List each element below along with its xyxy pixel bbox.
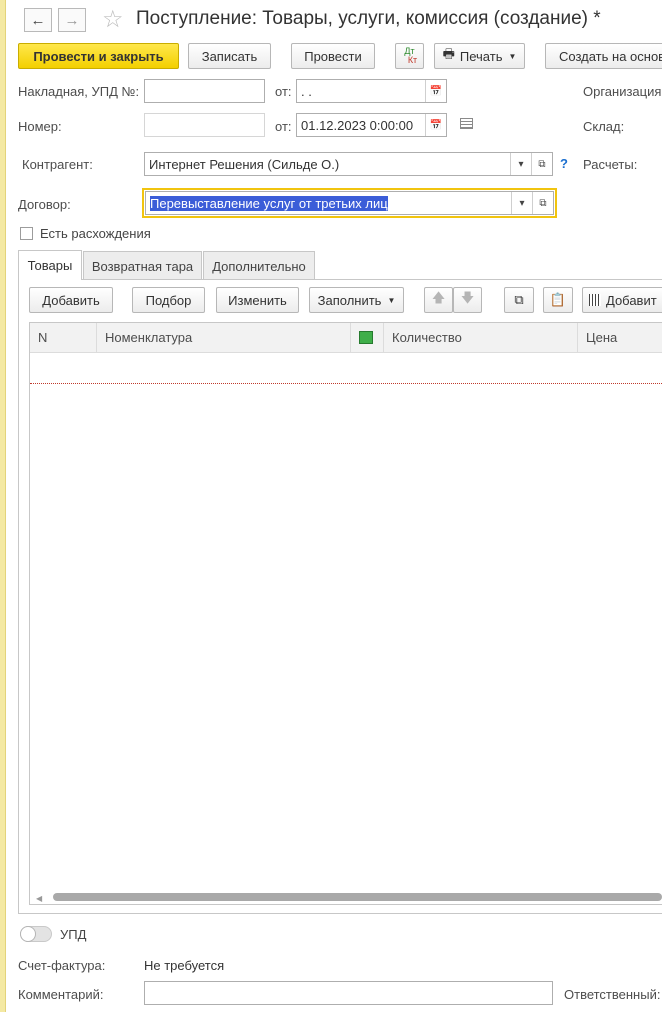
warehouse-label: Склад: — [583, 119, 625, 134]
open-icon[interactable]: ⧉ — [531, 153, 552, 175]
discrepancy-label: Есть расхождения — [40, 226, 151, 241]
contract-value: Перевыставление услуг от третьих лиц — [150, 195, 388, 211]
invoice-date-value: . . — [301, 83, 312, 99]
contract-input[interactable]: Перевыставление услуг от третьих лиц ▾ ⧉ — [145, 191, 554, 215]
dt-kt-icon[interactable]: Дт Кт — [395, 43, 424, 69]
paste-icon: 📋 — [549, 292, 567, 307]
contract-label: Договор: — [18, 197, 71, 212]
column-header-marking[interactable] — [351, 322, 384, 353]
responsible-label: Ответственный: — [564, 987, 661, 1002]
organization-label: Организация: — [583, 84, 662, 99]
goods-table — [29, 322, 662, 905]
post-button[interactable]: Провести — [291, 43, 375, 69]
counterparty-input[interactable]: Интернет Решения (Сильде О.) ▾ ⧉ — [144, 152, 553, 176]
dropdown-arrow-icon[interactable]: ▾ — [510, 153, 531, 175]
number-input[interactable] — [144, 113, 265, 137]
column-header-n[interactable]: N — [30, 322, 97, 353]
discrepancy-checkbox[interactable] — [20, 227, 33, 240]
move-up-button[interactable]: 🡅 — [424, 287, 453, 313]
copy-icon: ⧉ — [514, 292, 524, 307]
horizontal-scrollbar[interactable] — [53, 893, 662, 901]
arrow-up-icon: 🡅 — [431, 290, 446, 305]
copy-button[interactable]: ⧉ — [504, 287, 534, 313]
page-title: Поступление: Товары, услуги, комиссия (с… — [136, 8, 601, 29]
tab-additional[interactable]: Дополнительно — [203, 251, 315, 280]
back-button[interactable]: ← — [24, 8, 52, 32]
edit-button[interactable]: Изменить — [216, 287, 299, 313]
arrow-left-icon: ← — [30, 11, 46, 29]
dropdown-arrow-icon[interactable]: ▾ — [511, 192, 532, 214]
column-header-price[interactable]: Цена — [578, 323, 662, 353]
move-down-button[interactable]: 🡇 — [453, 287, 482, 313]
barcode-icon — [589, 294, 601, 306]
chevron-down-icon: ▼ — [508, 51, 517, 61]
help-icon[interactable]: ? — [560, 156, 568, 171]
doc-date-value: 01.12.2023 0:00:00 — [301, 117, 414, 133]
chevron-down-icon: ▼ — [387, 295, 396, 305]
arrow-down-icon: 🡇 — [460, 290, 475, 305]
post-and-close-button[interactable]: Провести и закрыть — [18, 43, 179, 69]
counterparty-label: Контрагент: — [22, 157, 93, 172]
invoice-status: Не требуется — [144, 958, 225, 973]
fill-label: Заполнить — [317, 292, 382, 308]
tab-goods[interactable]: Товары — [18, 250, 82, 280]
add-by-barcode-button[interactable]: Добавит — [582, 287, 662, 313]
add-by-barcode-label: Добавит — [606, 292, 657, 308]
number-label: Номер: — [18, 119, 62, 134]
tab-returnable-packaging[interactable]: Возвратная тара — [83, 251, 202, 280]
invoice-date-from-label: от: — [275, 84, 292, 99]
arrow-right-icon: → — [64, 11, 80, 29]
history-icon[interactable] — [460, 118, 473, 129]
counterparty-value: Интернет Решения (Сильде О.) — [149, 156, 340, 172]
create-based-on-button[interactable]: Создать на основ — [545, 43, 662, 69]
comment-label: Комментарий: — [18, 987, 104, 1002]
scroll-left-icon[interactable]: ◀ — [36, 894, 42, 903]
kt-label: Кт — [407, 55, 418, 65]
save-button[interactable]: Записать — [188, 43, 271, 69]
table-header: N Номенклатура Количество Цена — [30, 322, 662, 353]
doc-date-from-label: от: — [275, 119, 292, 134]
upd-toggle[interactable] — [20, 926, 52, 942]
column-header-quantity[interactable]: Количество — [384, 322, 578, 353]
column-header-nomenclature[interactable]: Номенклатура — [97, 322, 351, 353]
print-label: Печать — [459, 48, 503, 64]
invoice-number-label: Накладная, УПД №: — [18, 84, 140, 99]
forward-button[interactable]: → — [58, 8, 86, 32]
invoice-date-input[interactable]: . . 📅 — [296, 79, 447, 103]
paste-button[interactable]: 📋 — [543, 287, 573, 313]
calendar-icon[interactable]: 📅 — [425, 80, 446, 102]
favorite-star-icon[interactable]: ☆ — [102, 5, 124, 34]
marking-icon — [359, 331, 373, 344]
printer-icon: 🖶 — [442, 46, 455, 61]
pick-button[interactable]: Подбор — [132, 287, 205, 313]
toggle-knob — [20, 926, 36, 942]
left-accent-bar — [0, 0, 6, 1012]
comment-input[interactable] — [144, 981, 553, 1005]
table-row-separator — [30, 383, 662, 384]
invoice-number-input[interactable] — [144, 79, 265, 103]
fill-button[interactable]: Заполнить ▼ — [309, 287, 404, 313]
settlements-label: Расчеты: — [583, 157, 638, 172]
calendar-icon[interactable]: 📅 — [425, 114, 446, 136]
open-icon[interactable]: ⧉ — [532, 192, 553, 214]
invoice-label: Счет-фактура: — [18, 958, 106, 973]
add-row-button[interactable]: Добавить — [29, 287, 113, 313]
doc-date-input[interactable]: 01.12.2023 0:00:00 📅 — [296, 113, 447, 137]
print-button[interactable]: 🖶 Печать ▼ — [434, 43, 525, 69]
upd-label: УПД — [60, 927, 87, 942]
